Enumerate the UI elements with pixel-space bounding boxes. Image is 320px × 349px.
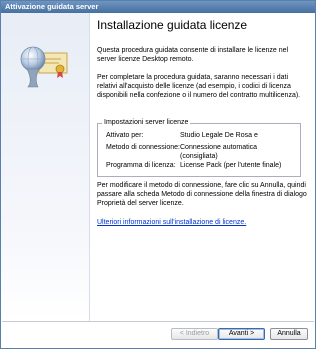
- wizard-side-panel: [1, 13, 90, 321]
- certificate-with-globe-icon: [20, 46, 68, 88]
- setting-label: Programma di licenza:: [106, 162, 176, 169]
- cancel-button[interactable]: Annulla: [270, 328, 308, 340]
- next-button[interactable]: Avanti >: [218, 328, 265, 340]
- setting-value: License Pack (per l'utente finale): [180, 162, 282, 169]
- back-button[interactable]: < Indietro: [171, 328, 218, 340]
- requirements-text: Per completare la procedura guidata, sar…: [97, 74, 301, 99]
- more-info-link[interactable]: Ulteriori informazioni sull'installazion…: [97, 219, 246, 226]
- title-bar[interactable]: Attivazione guidata server: [1, 1, 315, 13]
- license-server-settings-group: Impostazioni server licenze Attivato per…: [97, 119, 301, 177]
- page-title: Installazione guidata licenze: [97, 18, 248, 32]
- setting-value: Studio Legale De Rosa e: [180, 132, 258, 139]
- intro-text: Questa procedura guidata consente di ins…: [97, 47, 289, 63]
- setting-label: Attivato per:: [106, 132, 144, 139]
- window-title: Attivazione guidata server: [5, 2, 99, 11]
- wizard-window: Attivazione guidata server Installazione…: [0, 0, 316, 349]
- setting-value: Connessione automatica (consigliata): [180, 144, 258, 160]
- footer-divider: [2, 321, 314, 322]
- group-legend: Impostazioni server licenze: [102, 119, 191, 126]
- modify-instructions-text: Per modificare il metodo di connessione,…: [97, 182, 307, 207]
- setting-label: Metodo di connessione:: [106, 144, 180, 151]
